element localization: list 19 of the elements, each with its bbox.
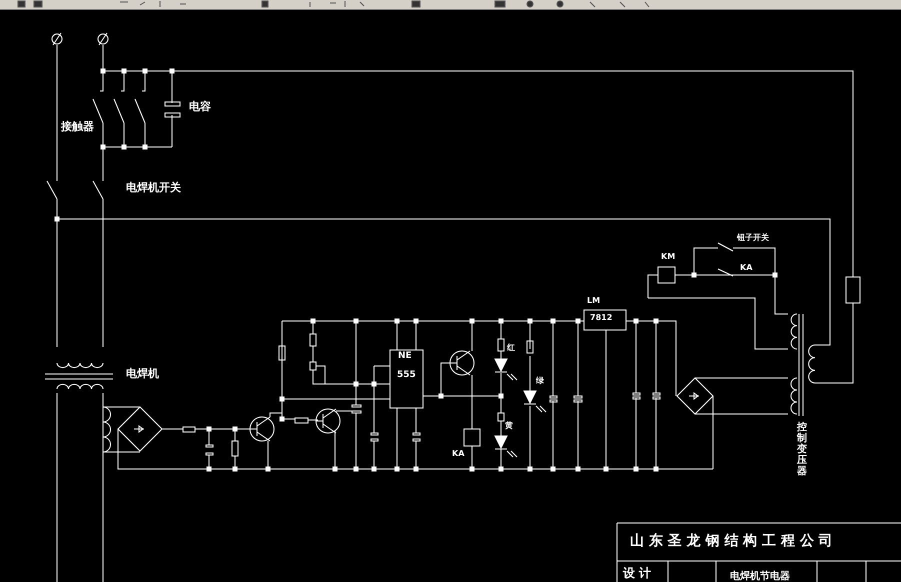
schematic-label: 555 — [397, 371, 416, 381]
schematic-label: NE — [398, 352, 412, 362]
schematic-label: LM — [587, 297, 600, 306]
schematic-label: KA — [452, 450, 464, 459]
schematic-label: 电焊机开关 — [126, 182, 181, 194]
schematic-label: 接触器 — [61, 121, 94, 134]
schematic-label: 绿 — [536, 377, 544, 386]
schematic-label: 7812 — [590, 314, 612, 323]
designer-label: 设 计 — [623, 565, 652, 582]
schematic-label: 钮子开关 — [737, 234, 769, 243]
schematic-label: 电焊机 — [126, 368, 159, 380]
company-name: 山 东 圣 龙 钢 结 构 工 程 公 司 — [630, 532, 833, 550]
schematic-label: 控制变压器 — [797, 422, 807, 477]
schematic-label: 电容 — [189, 101, 211, 114]
schematic-label: 红 — [507, 344, 515, 353]
schematic-label: 黄 — [505, 422, 513, 431]
schematic-label: KM — [661, 253, 676, 262]
drawing-title: 电焊机节电器 — [730, 570, 790, 582]
schematic-label: KA — [740, 264, 752, 273]
